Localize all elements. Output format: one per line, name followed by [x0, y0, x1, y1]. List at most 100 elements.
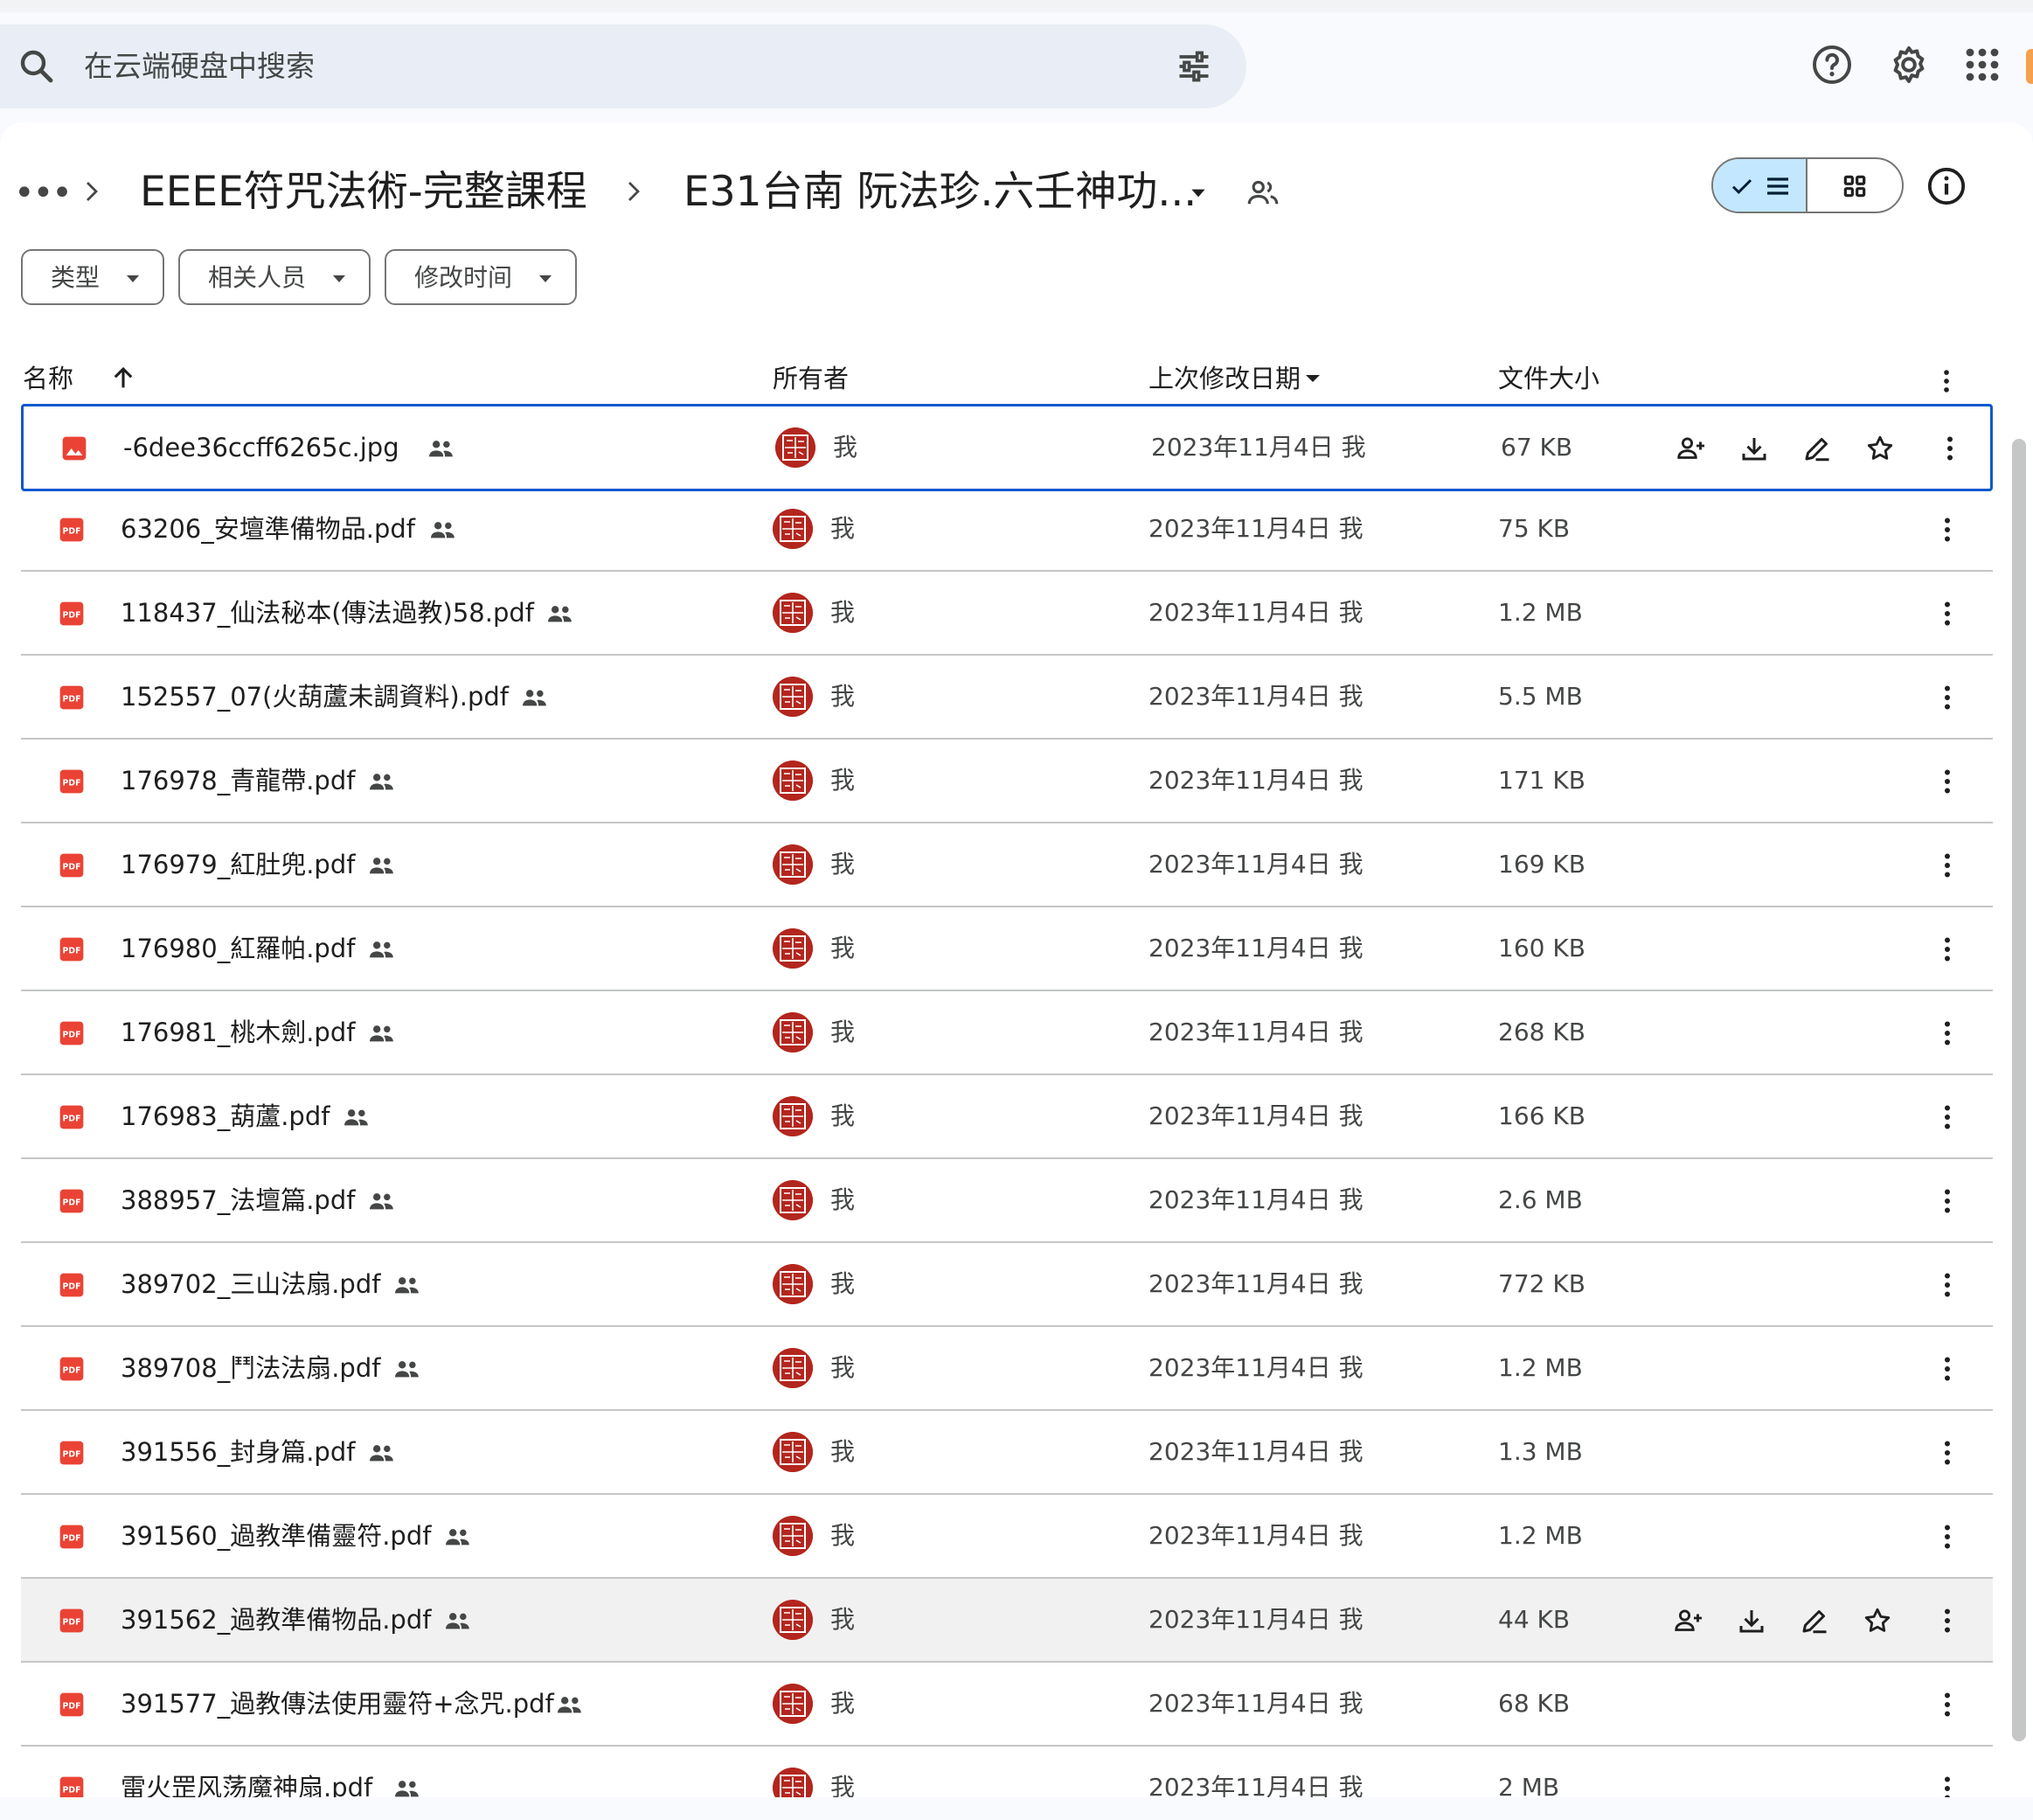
filter-type-label: 类型	[51, 263, 101, 292]
column-size-header[interactable]: 文件大小	[1498, 363, 1599, 394]
share-icon[interactable]	[1676, 433, 1707, 464]
more-vert-icon[interactable]	[1932, 1018, 1963, 1049]
more-vert-icon[interactable]	[1932, 850, 1963, 881]
search-options-icon[interactable]	[1175, 47, 1213, 86]
file-name[interactable]: 176983_葫蘆.pdf	[121, 1100, 330, 1133]
search-icon[interactable]	[16, 45, 58, 87]
more-vert-icon[interactable]	[1932, 682, 1963, 713]
sort-ascending-icon[interactable]	[108, 363, 138, 392]
table-row[interactable]: PDF 176983_葫蘆.pdf 我 2023年11月4日 我 166 KB	[21, 1075, 1993, 1159]
more-vert-icon[interactable]	[1932, 598, 1963, 629]
rename-icon[interactable]	[1801, 433, 1833, 464]
file-name[interactable]: 152557_07(火葫蘆未調資料).pdf	[121, 680, 509, 713]
file-name[interactable]: 176980_紅羅帕.pdf	[121, 932, 355, 965]
file-name[interactable]: 176978_青龍帶.pdf	[121, 764, 355, 797]
column-owner-header[interactable]: 所有者	[773, 363, 849, 394]
file-name[interactable]: 391556_封身篇.pdf	[121, 1435, 355, 1469]
more-vert-icon[interactable]	[1932, 934, 1963, 965]
modified-date: 2023年11月4日 我	[1148, 1269, 1363, 1298]
more-vert-icon[interactable]	[1932, 1353, 1963, 1385]
file-name[interactable]: 389702_三山法扇.pdf	[121, 1268, 380, 1301]
breadcrumb-item-current-folder[interactable]: E31台南 阮法珍.六壬神功...	[683, 168, 1197, 217]
table-row[interactable]: PDF 63206_安壇準備物品.pdf 我 2023年11月4日 我 75 KB	[21, 488, 1993, 572]
file-name[interactable]: 118437_仙法秘本(傳法過教)58.pdf	[121, 596, 534, 629]
grid-view-button[interactable]	[1809, 159, 1902, 212]
table-row[interactable]: PDF 152557_07(火葫蘆未調資料).pdf 我 2023年11月4日 我 5.…	[21, 656, 1993, 740]
more-vert-icon[interactable]	[1932, 1185, 1963, 1217]
file-name[interactable]: 391560_過教準備靈符.pdf	[121, 1519, 431, 1553]
caret-down-icon[interactable]	[1304, 372, 1322, 386]
caret-down-icon[interactable]	[1187, 182, 1210, 205]
shared-icon	[520, 685, 550, 710]
more-vert-icon[interactable]	[1932, 514, 1963, 545]
table-row[interactable]: PDF 176979_紅肚兜.pdf 我 2023年11月4日 我 169 KB	[21, 823, 1993, 907]
column-modified-header[interactable]: 上次修改日期	[1148, 363, 1301, 394]
file-name[interactable]: 176979_紅肚兜.pdf	[121, 848, 355, 881]
more-vert-icon[interactable]	[1932, 1101, 1963, 1133]
more-vert-icon[interactable]	[1932, 1269, 1963, 1301]
scrollbar[interactable]	[2012, 439, 2026, 1741]
account-avatar-edge[interactable]	[2026, 49, 2033, 84]
more-vert-icon[interactable]	[1932, 1605, 1963, 1636]
more-vert-icon[interactable]	[1932, 766, 1963, 797]
table-row[interactable]: PDF 391562_過教準備物品.pdf 我 2023年11月4日 我 44 KB	[21, 1579, 1993, 1663]
table-row[interactable]: PDF 389702_三山法扇.pdf 我 2023年11月4日 我 772 KB	[21, 1243, 1993, 1327]
pdf-file-icon: PDF	[58, 1439, 86, 1467]
more-vert-icon[interactable]	[1932, 1689, 1963, 1720]
file-size: 169 KB	[1498, 850, 1585, 879]
apps-icon[interactable]	[1961, 44, 2003, 86]
owner-avatar	[773, 1348, 813, 1388]
caret-down-icon	[333, 275, 345, 282]
more-vert-icon[interactable]	[1932, 1521, 1963, 1553]
breadcrumb-item-course[interactable]: EEEE符咒法術-完整課程	[140, 168, 587, 217]
table-row[interactable]: -6dee36ccff6265c.jpg 我 2023年11月4日 我 67 KB	[21, 404, 1993, 491]
table-row[interactable]: PDF 391560_過教準備靈符.pdf 我 2023年11月4日 我 1.2 MB	[21, 1495, 1993, 1579]
share-icon[interactable]	[1673, 1605, 1704, 1636]
shared-icon	[342, 1105, 371, 1129]
file-name[interactable]: 391562_過教準備物品.pdf	[121, 1603, 431, 1636]
table-row[interactable]: PDF 391556_封身篇.pdf 我 2023年11月4日 我 1.3 MB	[21, 1411, 1993, 1495]
table-row[interactable]: PDF 388957_法壇篇.pdf 我 2023年11月4日 我 2.6 MB	[21, 1159, 1993, 1243]
owner-name: 我	[830, 850, 856, 879]
svg-text:PDF: PDF	[63, 1366, 81, 1376]
table-row[interactable]: PDF 118437_仙法秘本(傳法過教)58.pdf 我 2023年11月4日 我 1…	[21, 572, 1993, 656]
list-view-button[interactable]	[1713, 159, 1807, 212]
check-icon	[1731, 179, 1752, 194]
rename-icon[interactable]	[1799, 1605, 1830, 1636]
filter-modified-label: 修改时间	[414, 263, 513, 292]
filter-type-chip[interactable]: 类型	[21, 249, 164, 305]
file-size: 75 KB	[1498, 514, 1571, 543]
table-row[interactable]: PDF 176978_青龍帶.pdf 我 2023年11月4日 我 171 KB	[21, 740, 1993, 823]
filter-people-chip[interactable]: 相关人员	[178, 249, 371, 305]
settings-icon[interactable]	[1888, 44, 1930, 86]
file-name[interactable]: 389708_鬥法法扇.pdf	[121, 1351, 380, 1385]
table-row[interactable]: PDF 176981_桃木劍.pdf 我 2023年11月4日 我 268 KB	[21, 991, 1993, 1075]
shared-people-icon[interactable]	[1245, 175, 1281, 212]
more-vert-icon[interactable]	[1932, 366, 1961, 396]
grid-icon	[1843, 175, 1866, 198]
more-vert-icon[interactable]	[1932, 1437, 1963, 1469]
file-name[interactable]: -6dee36ccff6265c.jpg	[123, 431, 399, 464]
table-row[interactable]: PDF 389708_鬥法法扇.pdf 我 2023年11月4日 我 1.2 MB	[21, 1327, 1993, 1411]
owner-name: 我	[830, 1437, 856, 1466]
file-name[interactable]: 388957_法壇篇.pdf	[121, 1184, 355, 1217]
column-name-header[interactable]: 名称	[23, 363, 73, 394]
table-row[interactable]: PDF 391577_過教傳法使用靈符+念咒.pdf 我 2023年11月4日 我 68…	[21, 1663, 1993, 1747]
search-bar[interactable]: 在云端硬盘中搜索	[0, 24, 1246, 108]
download-icon[interactable]	[1736, 1605, 1767, 1636]
table-row[interactable]: PDF 176980_紅羅帕.pdf 我 2023年11月4日 我 160 KB	[21, 907, 1993, 991]
download-icon[interactable]	[1738, 433, 1770, 464]
search-input[interactable]: 在云端硬盘中搜索	[84, 49, 315, 84]
pdf-file-icon: PDF	[58, 768, 86, 795]
file-name[interactable]: 63206_安壇準備物品.pdf	[121, 512, 415, 545]
help-icon[interactable]	[1811, 44, 1853, 86]
info-icon[interactable]	[1926, 166, 1967, 206]
file-size: 160 KB	[1498, 934, 1585, 962]
file-name[interactable]: 391577_過教傳法使用靈符+念咒.pdf	[121, 1687, 554, 1720]
star-icon[interactable]	[1864, 433, 1896, 464]
star-icon[interactable]	[1862, 1605, 1893, 1636]
breadcrumb-more-button[interactable]: •••	[14, 173, 73, 213]
more-vert-icon[interactable]	[1934, 433, 1966, 464]
file-name[interactable]: 176981_桃木劍.pdf	[121, 1016, 355, 1049]
filter-modified-chip[interactable]: 修改时间	[385, 249, 577, 305]
